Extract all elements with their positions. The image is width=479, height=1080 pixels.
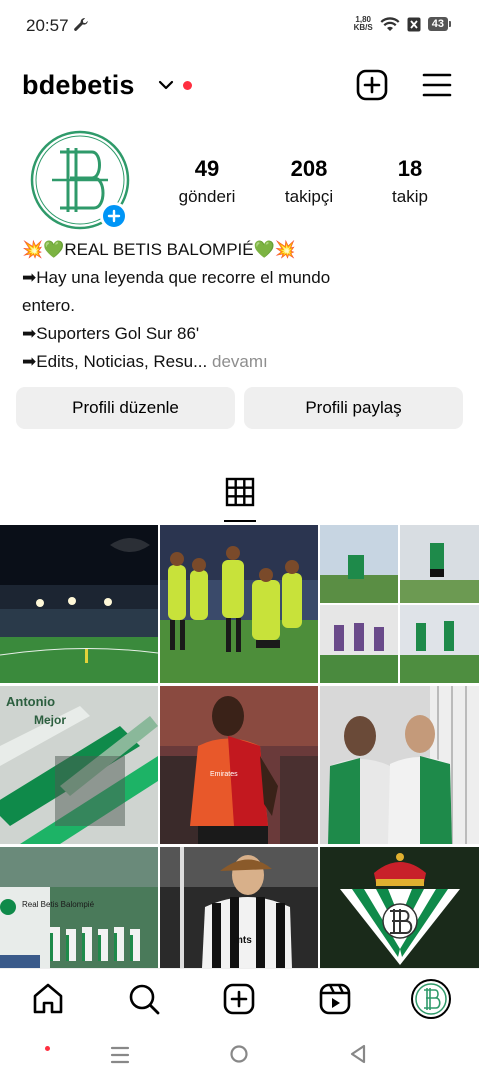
status-time: 20:57 xyxy=(26,16,69,35)
profile-actions: Profili düzenle Profili paylaş xyxy=(16,387,463,429)
bottom-navigation xyxy=(0,968,479,1030)
post-tile[interactable]: mts xyxy=(160,847,318,968)
add-story-button[interactable] xyxy=(100,202,128,230)
status-bar: 20:57 1,80 KB/S 43 xyxy=(0,0,479,52)
chevron-down-icon[interactable] xyxy=(158,79,174,91)
wrench-icon xyxy=(74,18,88,31)
followers-label: takipçi xyxy=(284,187,334,206)
tab-posts-grid[interactable] xyxy=(224,476,256,522)
galatasaray-player-photo: Emirates xyxy=(160,686,318,844)
bio-more-link[interactable]: devamı xyxy=(212,352,268,371)
bio-title: 💥💚REAL BETIS BALOMPIÉ💚💥 xyxy=(22,240,296,259)
post-tile[interactable] xyxy=(160,525,318,683)
recent-apps-icon[interactable] xyxy=(110,1046,130,1064)
system-navigation xyxy=(0,1030,479,1080)
following-count: 18 xyxy=(397,156,423,181)
team-celebration-photo xyxy=(160,525,318,683)
username-switcher[interactable]: bdebetis xyxy=(22,70,135,101)
player-edit-graphic: Antonio Mejor xyxy=(0,686,158,844)
stat-followers[interactable]: 208 takipçi xyxy=(254,156,364,209)
betis-crest-photo xyxy=(320,847,479,968)
active-tab-indicator xyxy=(224,520,256,522)
search-icon[interactable] xyxy=(126,981,162,1017)
home-icon[interactable] xyxy=(30,981,66,1017)
bio-line: ➡Hay una leyenda que recorre el mundo xyxy=(22,268,331,287)
back-icon[interactable] xyxy=(349,1044,367,1064)
posts-grid: Antonio Mejor Emirates Real Betis Balomp… xyxy=(0,525,479,968)
post-tile[interactable] xyxy=(320,525,479,683)
svg-text:Real Betis Balompié: Real Betis Balompié xyxy=(22,900,95,909)
battery-icon: 43 xyxy=(427,17,451,31)
training-collage-photo xyxy=(320,525,479,683)
create-post-button[interactable] xyxy=(355,68,389,102)
post-tile[interactable]: Emirates xyxy=(160,686,318,844)
followers-count: 208 xyxy=(290,156,328,181)
post-tile[interactable] xyxy=(0,525,158,683)
partizan-player-photo: mts xyxy=(160,847,318,968)
following-label: takip xyxy=(392,187,428,206)
svg-text:Mejor: Mejor xyxy=(34,713,66,727)
notification-dot xyxy=(183,81,192,90)
plus-icon xyxy=(107,209,121,223)
menu-button[interactable] xyxy=(420,68,454,102)
post-tile[interactable] xyxy=(320,686,479,844)
svg-text:Emirates: Emirates xyxy=(210,771,238,778)
post-tile[interactable] xyxy=(320,847,479,968)
no-sim-icon xyxy=(407,17,421,31)
bio-line: entero. xyxy=(22,296,75,315)
status-icons: 1,80 KB/S 43 xyxy=(354,16,451,32)
wifi-icon xyxy=(380,17,400,31)
reels-icon[interactable] xyxy=(317,981,353,1017)
posts-label: gönderi xyxy=(178,187,236,206)
profile-avatar-tab[interactable] xyxy=(411,979,451,1019)
stadium-photo xyxy=(0,525,158,683)
stat-following[interactable]: 18 takip xyxy=(355,156,465,209)
bio-line-truncated: ➡Edits, Noticias, Resu... devamı xyxy=(22,352,268,371)
profile-bio: 💥💚REAL BETIS BALOMPIÉ💚💥 ➡Hay una leyenda… xyxy=(22,236,462,376)
stat-posts[interactable]: 49 gönderi xyxy=(152,156,262,209)
team-lineup-photo: Real Betis Balompié xyxy=(0,847,158,968)
profile-avatar[interactable] xyxy=(30,130,130,230)
bio-line: ➡Suporters Gol Sur 86' xyxy=(22,324,200,343)
profile-header: bdebetis xyxy=(0,62,479,110)
post-tile[interactable]: Real Betis Balompié xyxy=(0,847,158,968)
edit-profile-button[interactable]: Profili düzenle xyxy=(16,387,235,429)
create-icon[interactable] xyxy=(221,981,257,1017)
post-tile[interactable]: Antonio Mejor xyxy=(0,686,158,844)
home-system-icon[interactable] xyxy=(229,1044,249,1064)
battery-level: 43 xyxy=(427,17,448,31)
svg-text:mts: mts xyxy=(234,935,252,946)
svg-text:Antonio: Antonio xyxy=(6,694,55,709)
share-profile-button[interactable]: Profili paylaş xyxy=(244,387,463,429)
posts-count: 49 xyxy=(194,156,220,181)
net-speed: 1,80 KB/S xyxy=(353,15,373,32)
players-training-photo xyxy=(320,686,479,844)
